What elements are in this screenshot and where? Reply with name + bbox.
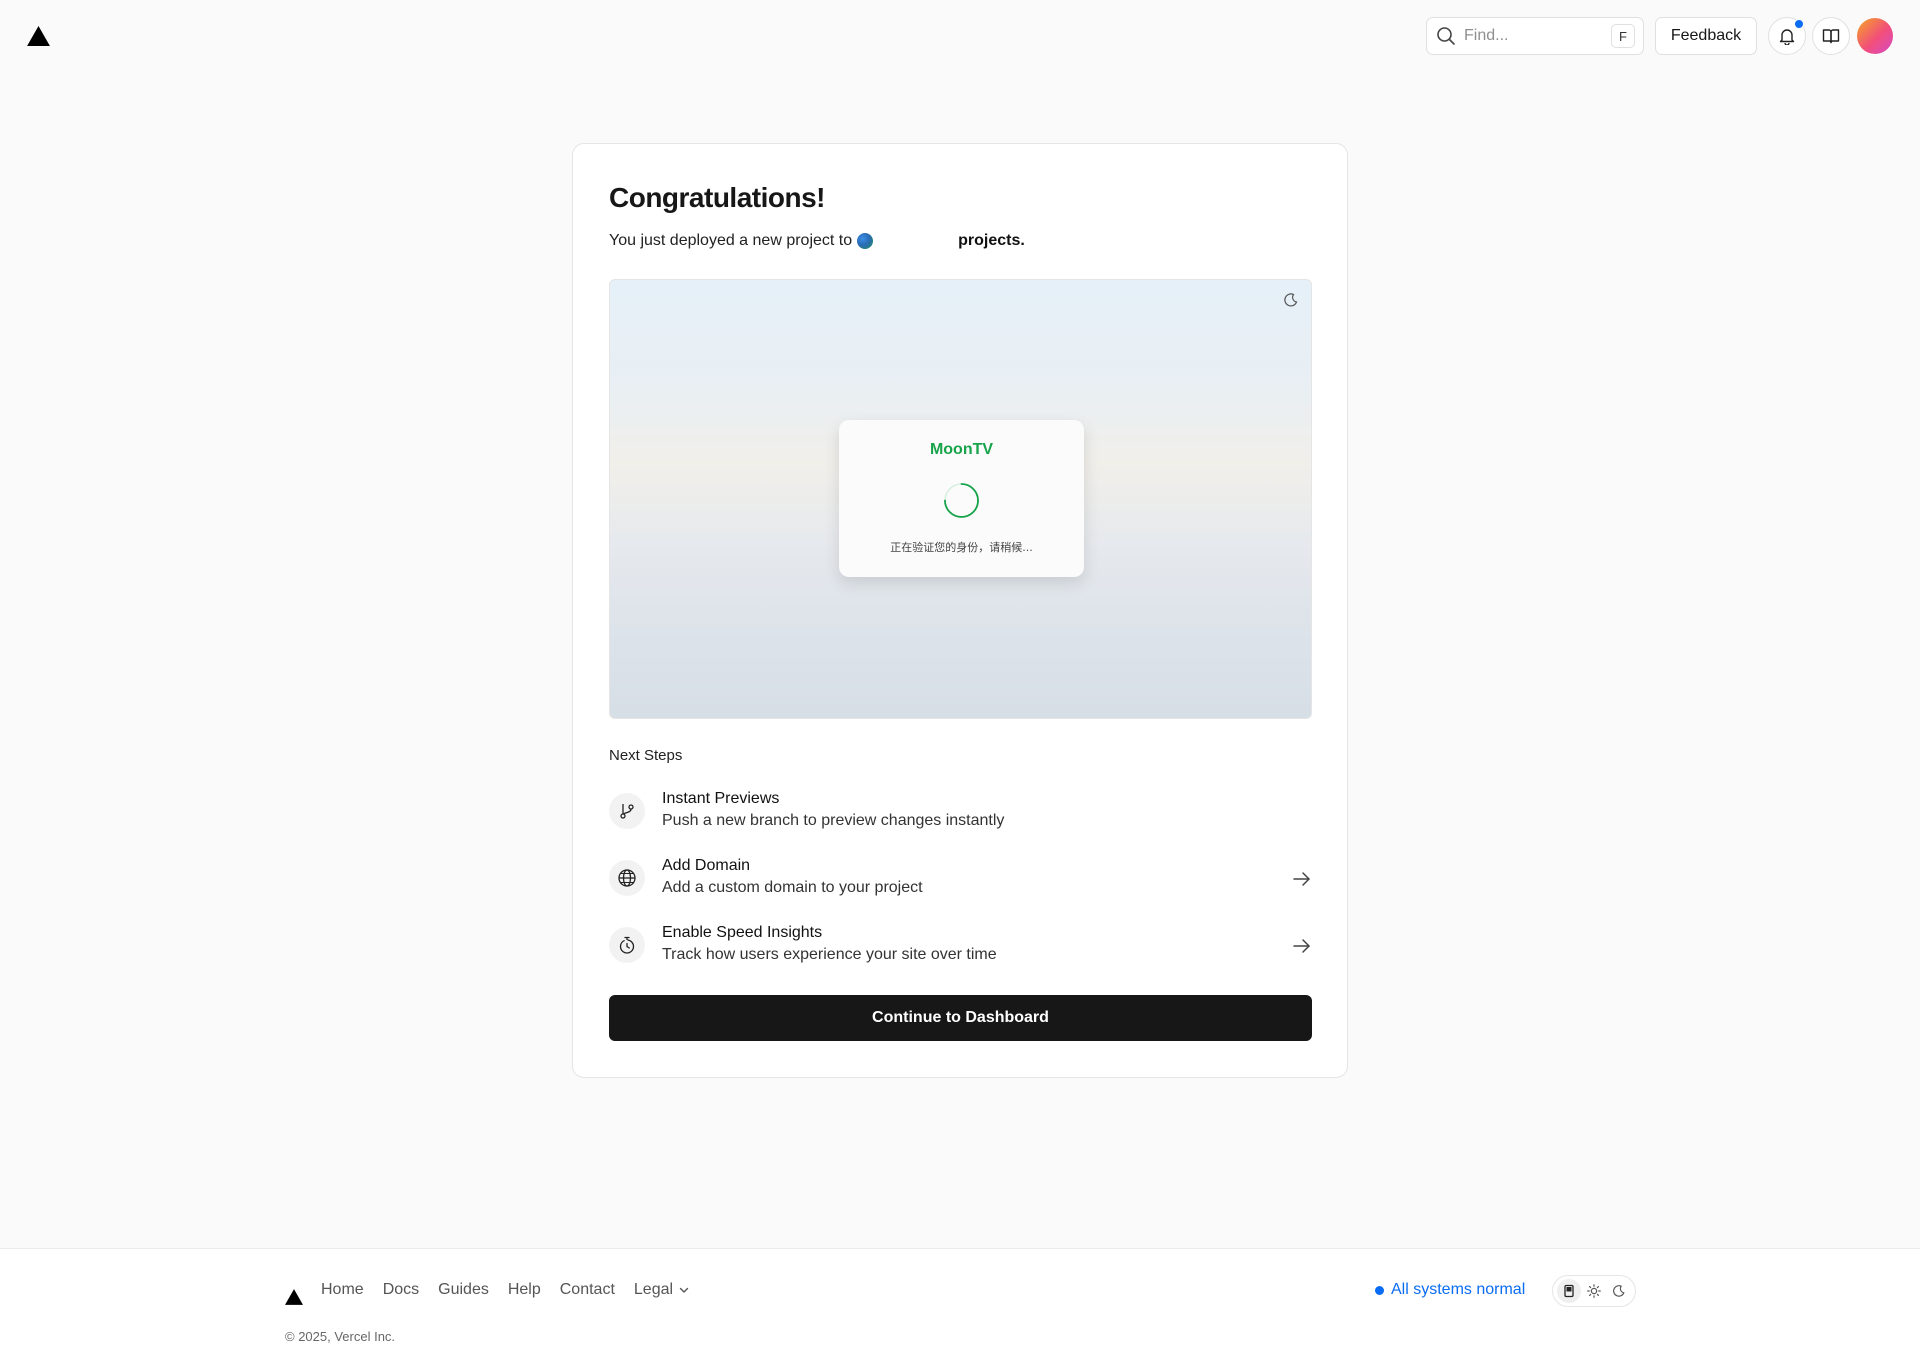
loading-dialog: MoonTV 正在验证您的身份，请稍候... <box>839 420 1084 577</box>
search-icon <box>1437 27 1455 45</box>
app-name: MoonTV <box>929 441 994 458</box>
footer-link-docs[interactable]: Docs <box>383 1281 419 1299</box>
theme-system-button[interactable] <box>1557 1279 1582 1303</box>
step-icon-wrap <box>609 860 645 896</box>
step-description: Track how users experience your site ove… <box>662 946 997 963</box>
arrow-right-icon[interactable] <box>1292 936 1312 956</box>
status-text: All systems normal <box>1391 1281 1526 1298</box>
loading-spinner-icon <box>944 483 979 518</box>
deployment-preview[interactable]: MoonTV 正在验证您的身份，请稍候... <box>609 279 1312 719</box>
subtitle-prefix: You just deployed a new project to <box>609 232 853 249</box>
docs-button[interactable] <box>1812 17 1850 55</box>
search-placeholder: Find... <box>1464 27 1509 44</box>
sun-icon <box>1587 1284 1601 1298</box>
git-branch-icon <box>620 804 634 819</box>
footer-link-help[interactable]: Help <box>508 1281 541 1299</box>
step-add-domain[interactable]: Add Domain Add a custom domain to your p… <box>609 855 1312 903</box>
deployment-success-card: Congratulations! You just deployed a new… <box>572 143 1348 1078</box>
step-title: Add Domain <box>662 857 751 874</box>
moon-icon[interactable] <box>1283 292 1299 308</box>
theme-dark-button[interactable] <box>1607 1279 1631 1303</box>
vercel-logo-icon[interactable] <box>285 1289 303 1305</box>
page-title: Congratulations! <box>609 182 826 213</box>
footer-link-contact[interactable]: Contact <box>560 1281 615 1299</box>
footer: Home Docs Guides Help Contact Legal © 20… <box>0 1248 1920 1371</box>
status-dot <box>1375 1285 1384 1295</box>
monitor-icon <box>1564 1284 1574 1298</box>
search-input[interactable]: Find... F <box>1426 17 1644 55</box>
step-instant-previews[interactable]: Instant Previews Push a new branch to pr… <box>609 788 1312 836</box>
footer-links: Home Docs Guides Help Contact Legal <box>321 1281 691 1299</box>
book-icon <box>1822 29 1840 44</box>
deploy-subtitle: You just deployed a new project to proje… <box>609 232 1025 250</box>
step-icon-wrap <box>609 793 645 829</box>
user-avatar[interactable] <box>1857 18 1893 54</box>
footer-link-home[interactable]: Home <box>321 1281 364 1299</box>
top-header: Find... F Feedback <box>0 0 1920 72</box>
step-title: Instant Previews <box>662 790 780 807</box>
continue-to-dashboard-button[interactable]: Continue to Dashboard <box>609 995 1312 1041</box>
subtitle-suffix: projects. <box>958 232 1025 249</box>
step-icon-wrap <box>609 927 645 963</box>
arrow-right-icon[interactable] <box>1292 869 1312 889</box>
notifications-button[interactable] <box>1768 17 1806 55</box>
footer-link-legal: Legal <box>633 1281 674 1298</box>
footer-link-guides[interactable]: Guides <box>438 1281 489 1299</box>
step-title: Enable Speed Insights <box>662 924 823 941</box>
loading-text: 正在验证您的身份，请稍候... <box>890 541 1033 554</box>
step-description: Add a custom domain to your project <box>662 879 923 896</box>
bell-icon <box>1779 29 1795 45</box>
moon-icon <box>1612 1285 1625 1297</box>
footer-legal-dropdown[interactable]: Legal <box>634 1281 691 1299</box>
theme-light-button[interactable] <box>1582 1279 1606 1303</box>
feedback-button[interactable]: Feedback <box>1655 17 1757 55</box>
theme-switcher <box>1552 1275 1636 1307</box>
chevron-down-icon <box>679 1287 689 1293</box>
notification-badge <box>1794 19 1804 29</box>
team-avatar <box>857 233 874 249</box>
globe-icon <box>618 869 636 887</box>
search-shortcut-key: F <box>1611 24 1635 48</box>
step-speed-insights[interactable]: Enable Speed Insights Track how users ex… <box>609 922 1312 970</box>
vercel-logo-icon[interactable] <box>27 26 50 46</box>
system-status-link[interactable]: All systems normal <box>1375 1281 1525 1299</box>
step-description: Push a new branch to preview changes ins… <box>662 812 1005 829</box>
stopwatch-icon <box>619 936 635 954</box>
copyright: © 2025, Vercel Inc. <box>285 1329 396 1344</box>
next-steps-heading: Next Steps <box>609 747 683 764</box>
